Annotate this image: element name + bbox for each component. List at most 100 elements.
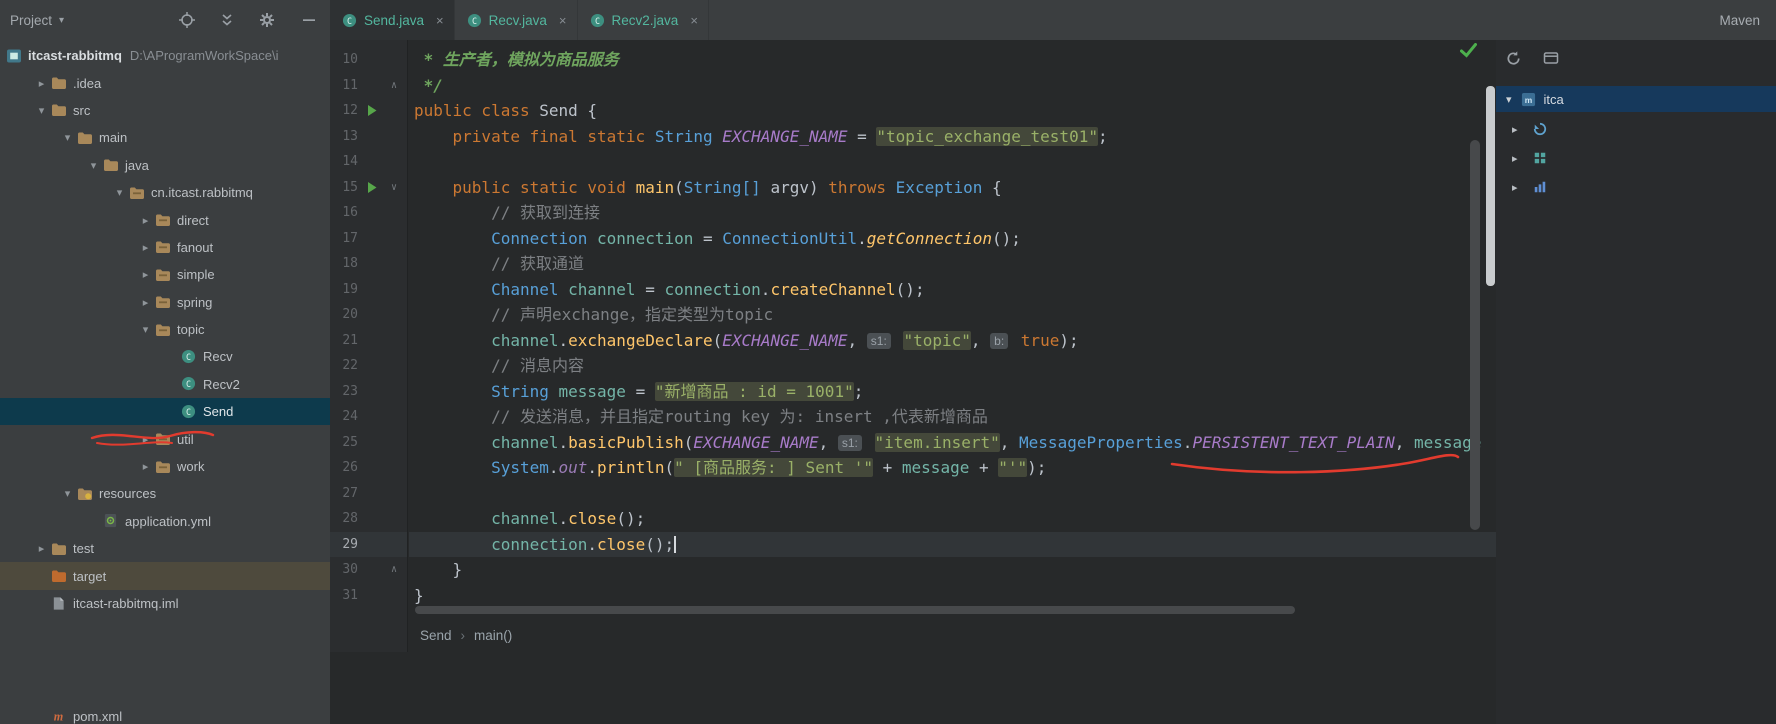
code-line-13[interactable]: private final static String EXCHANGE_NAM… [409, 124, 1496, 150]
code-line-31[interactable]: } [409, 583, 1496, 609]
locate-file-icon[interactable] [178, 11, 196, 29]
tree-item-java[interactable]: ▾ java [0, 152, 330, 179]
chevron-down-icon[interactable]: ▾ [84, 159, 103, 172]
maven-node-2[interactable]: ▸ [1496, 145, 1776, 171]
tree-item-target[interactable]: target [0, 562, 330, 590]
gutter-line-11: 11 ∧ [330, 73, 407, 99]
editor-code[interactable]: * 生产者，模拟为商品服务 */public class Send { priv… [409, 40, 1496, 652]
tree-item-recv[interactable]: C Recv [0, 343, 330, 370]
fold-icon[interactable]: ∧ [391, 73, 397, 99]
chevron-down-icon[interactable]: ▾ [1506, 93, 1512, 106]
code-line-19[interactable]: Channel channel = connection.createChann… [409, 277, 1496, 303]
code-line-26[interactable]: System.out.println(" [商品服务: ] Sent '" + … [409, 455, 1496, 481]
collapse-all-icon[interactable] [218, 11, 236, 29]
tree-item-util[interactable]: ▸ util [0, 425, 330, 452]
fold-icon[interactable]: ∧ [391, 557, 397, 583]
code-line-27[interactable] [409, 481, 1496, 507]
code-line-20[interactable]: // 声明exchange，指定类型为topic [409, 302, 1496, 328]
tree-item-send[interactable]: C Send [0, 398, 330, 426]
tree-item-pom.xml[interactable]: m pom.xml [0, 703, 330, 724]
tree-item-itcast-rabbitmq.iml[interactable]: itcast-rabbitmq.iml [0, 590, 330, 617]
line-number: 22 [342, 358, 358, 373]
chevron-down-icon[interactable]: ▾ [58, 131, 77, 144]
tree-item-main[interactable]: ▾ main [0, 124, 330, 151]
tab-recv2.java[interactable]: C Recv2.java × [578, 0, 709, 40]
maven-node-1[interactable]: ▸ [1496, 116, 1776, 142]
chevron-right-icon[interactable]: ▸ [32, 77, 51, 90]
maven-node-3[interactable]: ▸ [1496, 174, 1776, 200]
code-line-12[interactable]: public class Send { [409, 98, 1496, 124]
chevron-right-icon[interactable]: ▸ [136, 296, 155, 309]
line-number: 27 [342, 485, 358, 501]
code-line-21[interactable]: channel.exchangeDeclare(EXCHANGE_NAME, s… [409, 328, 1496, 354]
tree-item-src[interactable]: ▾ src [0, 97, 330, 124]
tree-item-fanout[interactable]: ▸ fanout [0, 234, 330, 261]
code-line-11[interactable]: */ [409, 73, 1496, 99]
horizontal-scrollbar[interactable] [415, 606, 1295, 614]
breadcrumb-class[interactable]: Send [420, 628, 452, 643]
close-icon[interactable]: × [690, 13, 698, 28]
tree-item-itcast-rabbitmq[interactable]: itcast-rabbitmq D:\AProgramWorkSpace\i [0, 42, 330, 69]
chevron-down-icon[interactable]: ▾ [32, 104, 51, 117]
chevron-right-icon[interactable]: ▸ [32, 542, 51, 555]
tree-item-cn.itcast.rabbitmq[interactable]: ▾ cn.itcast.rabbitmq [0, 179, 330, 206]
tree-item-work[interactable]: ▸ work [0, 453, 330, 480]
code-line-18[interactable]: // 获取通道 [409, 251, 1496, 277]
gear-icon[interactable] [258, 11, 276, 29]
fold-icon[interactable]: ∨ [391, 175, 397, 201]
chevron-right-icon[interactable]: ▸ [136, 214, 155, 227]
inspections-ok-checkmark-icon[interactable] [1460, 43, 1478, 59]
panel-settings-icon[interactable] [1542, 49, 1560, 67]
code-line-14[interactable] [409, 149, 1496, 175]
code-line-24[interactable]: // 发送消息，并且指定routing key 为: insert ,代表新增商… [409, 404, 1496, 430]
panel-splitter[interactable] [1486, 86, 1495, 286]
chevron-down-icon[interactable]: ▾ [110, 186, 129, 199]
chevron-right-icon[interactable]: ▸ [1512, 181, 1518, 194]
vertical-scrollbar[interactable] [1470, 140, 1480, 530]
tree-item-recv2[interactable]: C Recv2 [0, 371, 330, 398]
run-icon[interactable] [367, 105, 377, 116]
code-line-22[interactable]: // 消息内容 [409, 353, 1496, 379]
code-line-30[interactable]: } [409, 557, 1496, 583]
tree-item-application.yml[interactable]: application.yml [0, 508, 330, 535]
tree-item-direct[interactable]: ▸ direct [0, 206, 330, 233]
chevron-right-icon[interactable]: ▸ [1512, 152, 1518, 165]
code-line-16[interactable]: // 获取到连接 [409, 200, 1496, 226]
breadcrumb-method[interactable]: main() [474, 628, 512, 643]
project-tool-window-selector[interactable]: Project ▾ [10, 0, 64, 40]
close-icon[interactable]: × [436, 13, 444, 28]
tab-recv.java[interactable]: C Recv.java × [455, 0, 578, 40]
line-number: 31 [342, 587, 358, 603]
code-line-25[interactable]: channel.basicPublish(EXCHANGE_NAME, s1: … [409, 430, 1496, 456]
code-line-29[interactable]: connection.close(); [409, 531, 1496, 557]
code-line-23[interactable]: String message = "新增商品 : id = 1001"; [409, 379, 1496, 405]
chevron-down-icon[interactable]: ▾ [58, 487, 77, 500]
tab-send.java[interactable]: C Send.java × [330, 0, 455, 40]
tree-item-label: .idea [73, 75, 102, 91]
tree-item-simple[interactable]: ▸ simple [0, 261, 330, 288]
chevron-down-icon[interactable]: ▾ [136, 323, 155, 336]
run-icon[interactable] [367, 181, 377, 193]
code-line-17[interactable]: Connection connection = ConnectionUtil.g… [409, 226, 1496, 252]
minimize-icon[interactable] [300, 11, 318, 29]
code-line-28[interactable]: channel.close(); [409, 506, 1496, 532]
maven-tool-window-button[interactable]: Maven [1719, 0, 1760, 40]
tree-item-resources[interactable]: ▾ resources [0, 480, 330, 507]
tree-item-.idea[interactable]: ▸ .idea [0, 69, 330, 96]
tree-item-label: Recv2 [203, 376, 240, 392]
code-line-10[interactable]: * 生产者，模拟为商品服务 [409, 47, 1496, 73]
refresh-icon[interactable] [1504, 49, 1522, 67]
tree-item-topic[interactable]: ▾ topic [0, 316, 330, 343]
line-number: 17 [342, 230, 358, 246]
close-icon[interactable]: × [559, 13, 567, 28]
chevron-right-icon[interactable]: ▸ [136, 460, 155, 473]
tree-item-spring[interactable]: ▸ spring [0, 289, 330, 316]
tree-item-test[interactable]: ▸ test [0, 535, 330, 562]
chevron-right-icon[interactable]: ▸ [136, 241, 155, 254]
code-line-15[interactable]: public static void main(String[] argv) t… [409, 175, 1496, 201]
chevron-right-icon[interactable]: ▸ [136, 433, 155, 446]
chevron-right-icon[interactable]: ▸ [1512, 123, 1518, 136]
folder-icon [103, 157, 119, 173]
maven-root-node[interactable]: ▾ m itca [1496, 86, 1776, 112]
chevron-right-icon[interactable]: ▸ [136, 268, 155, 281]
